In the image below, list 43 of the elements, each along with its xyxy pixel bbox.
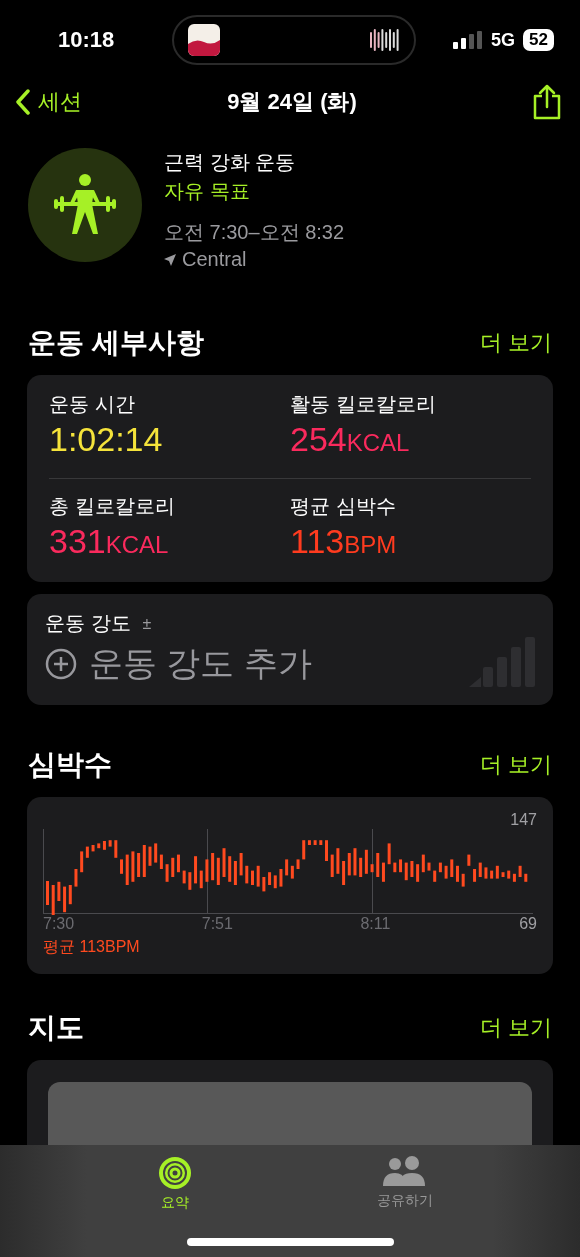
more-link[interactable]: 더 보기 (479, 750, 552, 780)
more-link[interactable]: 더 보기 (479, 328, 552, 358)
share-icon[interactable] (532, 84, 562, 120)
chevron-left-icon (16, 89, 30, 115)
workout-location: Central (182, 248, 247, 271)
tab[interactable]: 공유하기 (350, 1155, 460, 1223)
metric-value: 1:02:14 (49, 419, 164, 460)
intensity-label: 운동 강도 (45, 611, 131, 636)
metric-value: 113BPM (290, 521, 398, 562)
metric-label: 운동 시간 (49, 392, 136, 417)
location-arrow-icon (164, 253, 176, 266)
back-button[interactable]: 세션 (16, 87, 82, 117)
metric-label: 평균 심박수 (290, 494, 397, 519)
time-axis-label: 7:30 (43, 915, 76, 933)
app-icon (187, 24, 220, 56)
signal-icon (453, 31, 484, 49)
time-axis-label: 7:51 (201, 915, 234, 933)
workout-goal: 자유 목표 (164, 179, 251, 204)
intensity-hint: ± (142, 614, 152, 633)
workout-time-range: 오전 7:30–오전 8:32 (164, 220, 345, 245)
metric-value: 254KCAL (290, 419, 411, 460)
section-title: 지도 (28, 1011, 84, 1045)
add-intensity-button[interactable]: 운동 강도 추가 (45, 641, 312, 687)
waveform-icon (369, 27, 400, 53)
status-time: 10:18 (58, 27, 115, 53)
section-title: 운동 세부사항 (28, 326, 204, 360)
min-value-label: 69 (519, 915, 537, 933)
workout-name: 근력 강화 운동 (164, 150, 297, 175)
network-label: 5G (491, 29, 516, 51)
tab[interactable]: 요약 (120, 1155, 230, 1223)
metric-label: 활동 킬로칼로리 (290, 392, 437, 417)
metric-value: 331KCAL (49, 521, 170, 562)
average-heart-rate: 평균 113BPM (43, 937, 141, 957)
people-icon (383, 1156, 427, 1188)
rings-icon (158, 1156, 192, 1190)
nav-title: 9월 24일 (화) (227, 88, 357, 116)
more-link[interactable]: 더 보기 (479, 1013, 552, 1043)
metric-label: 총 킬로칼로리 (49, 494, 176, 519)
plus-circle-icon (45, 648, 77, 680)
battery-level: 52 (523, 29, 554, 51)
section-title: 심박수 (28, 748, 112, 782)
time-axis-label: 8:11 (360, 915, 392, 933)
max-value-label: 147 (510, 811, 537, 829)
